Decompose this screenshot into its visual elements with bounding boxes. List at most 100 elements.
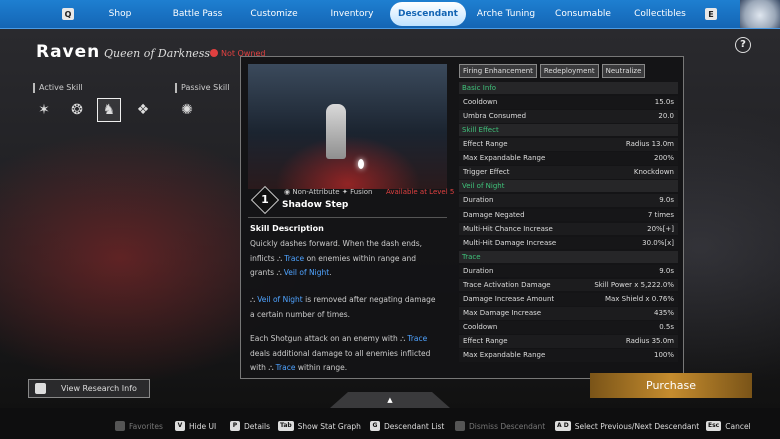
stat-value: 200% xyxy=(653,154,674,163)
skill-attribute: ◉ Non-Attribute xyxy=(284,188,340,196)
key-q-icon: Q xyxy=(62,8,74,20)
trace-icon: ⛬ xyxy=(277,253,283,263)
desc-line: deals additional damage to all enemies i… xyxy=(250,348,431,358)
stat-key: Trace Activation Damage xyxy=(463,280,551,289)
descendant-name: Raven xyxy=(36,42,101,62)
hint-label: Details xyxy=(244,421,271,431)
tag-redeployment: Redeployment xyxy=(539,64,599,78)
tab-consumable[interactable]: Consumable xyxy=(553,0,613,28)
passive-skill-icon[interactable]: ✺ xyxy=(175,98,199,122)
hint-label: Select Previous/Next Descendant xyxy=(574,421,700,431)
tab-collectibles[interactable]: Collectibles xyxy=(630,0,690,28)
hint-item[interactable]: Favorites xyxy=(115,421,163,431)
stat-value: 9.0s xyxy=(659,266,674,275)
tab-battle-pass[interactable]: Battle Pass xyxy=(165,0,230,28)
tab-shop[interactable]: Shop xyxy=(90,0,150,28)
stat-key: Cooldown xyxy=(463,323,498,332)
desc-line: Quickly dashes forward. When the dash en… xyxy=(250,239,422,248)
description-paragraph-1: Quickly dashes forward. When the dash en… xyxy=(250,237,446,281)
veil-keyword[interactable]: Veil of Night xyxy=(257,295,302,304)
stat-row: Max Damage Increase 435% xyxy=(459,307,678,320)
skill-preview-video xyxy=(248,64,447,189)
stat-key: Trigger Effect xyxy=(463,168,510,177)
skill-level-badge: 1 xyxy=(250,185,280,215)
key-icon: Tab xyxy=(278,421,294,431)
skill-3-icon[interactable]: ♞ xyxy=(97,98,121,122)
stat-key: Max Expandable Range xyxy=(463,351,546,360)
stat-section-header: Basic Info xyxy=(459,82,678,94)
hint-item[interactable]: A D Select Previous/Next Descendant xyxy=(555,421,699,431)
trace-keyword[interactable]: Trace xyxy=(276,363,296,372)
hint-item[interactable]: V Hide UI xyxy=(175,421,216,431)
hint-item[interactable]: Tab Show Stat Graph xyxy=(278,421,361,431)
glowing-orb xyxy=(358,159,364,169)
stat-key: Damage Negated xyxy=(463,210,525,219)
desc-line: Each Shotgun attack on an enemy with ⛬ Tr… xyxy=(250,332,446,347)
skill-2-icon[interactable]: ❂ xyxy=(65,98,89,122)
stat-value: 100% xyxy=(653,351,674,360)
tab-descendant[interactable]: Descendant xyxy=(390,2,466,26)
research-icon xyxy=(35,383,46,394)
key-icon: Esc xyxy=(706,421,722,431)
stat-key: Damage Increase Amount xyxy=(463,295,555,304)
skill-stats-table: Basic Info Cooldown 15.0s Umbra Consumed 20.… xyxy=(459,82,678,364)
hint-item[interactable]: Dismiss Descendant xyxy=(455,421,545,431)
skill-1-icon[interactable]: ✶ xyxy=(32,98,56,122)
desc-line: a certain number of times. xyxy=(250,309,351,319)
description-divider xyxy=(248,217,447,218)
skill-name: Shadow Step xyxy=(282,200,349,210)
stat-row: Effect Range Radius 13.0m xyxy=(459,138,678,151)
active-skill-label: Active Skill xyxy=(33,83,83,93)
stat-section-header: Trace xyxy=(459,250,678,263)
key-icon xyxy=(455,421,465,431)
tag-neutralize: Neutralize xyxy=(601,64,646,78)
purchase-button[interactable]: Purchase xyxy=(590,373,752,398)
passive-skill-label: Passive Skill xyxy=(175,83,230,93)
veil-icon: ⛬ xyxy=(250,295,256,304)
description-paragraph-2: ⛬ Veil of Night is removed after negating… xyxy=(250,293,446,322)
skill-description-title: Skill Description xyxy=(250,224,324,233)
stat-key: Umbra Consumed xyxy=(463,112,527,121)
desc-text: grants xyxy=(250,268,275,277)
tab-inventory[interactable]: Inventory xyxy=(322,0,382,28)
view-research-info-button[interactable]: View Research Info xyxy=(28,379,150,398)
veil-keyword[interactable]: Veil of Night xyxy=(284,268,329,277)
trace-icon: ⛬ xyxy=(400,334,406,343)
tab-customize[interactable]: Customize xyxy=(244,0,304,28)
hint-item[interactable]: P Details xyxy=(230,421,270,431)
key-icon: A D xyxy=(555,421,571,431)
hint-item[interactable]: Esc Cancel xyxy=(706,421,751,431)
stat-value: 20%[+] xyxy=(647,224,674,233)
stat-row: Effect Range Radius 35.0m xyxy=(459,335,678,348)
expand-arrow-icon[interactable]: ▲ xyxy=(330,392,450,408)
skill-4-icon[interactable]: ❖ xyxy=(131,98,155,122)
key-icon: P xyxy=(230,421,240,431)
stat-row: Cooldown 15.0s xyxy=(459,96,678,109)
hint-item[interactable]: G Descendant List xyxy=(370,421,444,431)
trace-keyword[interactable]: Trace xyxy=(284,254,304,263)
description-paragraph-3: Each Shotgun attack on an enemy with ⛬ Tr… xyxy=(250,332,446,376)
stat-key: Effect Range xyxy=(463,140,508,149)
availability-notice: Available at Level 5 xyxy=(386,188,455,196)
trace-keyword[interactable]: Trace xyxy=(407,334,427,343)
descendant-title: Queen of Darkness xyxy=(104,47,211,60)
key-icon: G xyxy=(370,421,380,431)
desc-text: Each Shotgun attack on an enemy with xyxy=(250,334,398,343)
skill-tags: Firing Enhancement Redeployment Neutrali… xyxy=(459,64,646,78)
player-avatar[interactable] xyxy=(740,0,780,28)
desc-line: inflicts ⛬ Trace on enemies within range … xyxy=(250,252,446,267)
stat-row: Multi-Hit Chance Increase 20%[+] xyxy=(459,222,678,236)
desc-text: inflicts xyxy=(250,253,275,263)
stat-value: 7 times xyxy=(647,210,674,219)
stat-value: 30.0%[x] xyxy=(642,238,674,247)
stat-row: Duration 9.0s xyxy=(459,194,678,207)
stat-key: Max Damage Increase xyxy=(463,309,542,318)
skill-type: ✦ Fusion xyxy=(342,188,373,196)
stat-row: Trace Activation Damage Skill Power x 5,2… xyxy=(459,278,678,292)
help-icon[interactable]: ? xyxy=(735,37,751,53)
stat-row: Multi-Hit Damage Increase 30.0%[x] xyxy=(459,236,678,250)
stat-key: Effect Range xyxy=(463,337,508,346)
stat-row: Max Expandable Range 200% xyxy=(459,152,678,165)
tab-arche-tuning[interactable]: Arche Tuning xyxy=(475,0,537,28)
top-navigation: Q Shop Battle Pass Customize Inventory D… xyxy=(0,0,780,28)
